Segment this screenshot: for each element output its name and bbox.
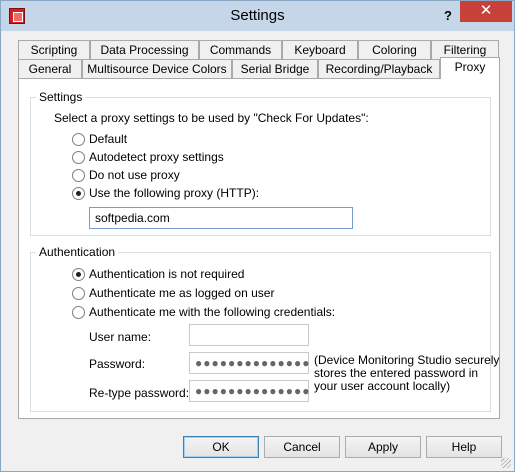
- ok-button[interactable]: OK: [183, 436, 259, 458]
- tab-proxy[interactable]: Proxy: [440, 57, 500, 79]
- radio-auth-logged-on-user[interactable]: [72, 287, 85, 300]
- username-label: User name:: [89, 330, 152, 344]
- settings-dialog: Settings ? ✕ Scripting Data Processing C…: [0, 0, 515, 472]
- tab-scripting[interactable]: Scripting: [18, 40, 90, 60]
- resize-grip-icon[interactable]: [501, 458, 511, 468]
- proxy-address-input[interactable]: softpedia.com: [89, 207, 353, 229]
- retype-password-input[interactable]: ●●●●●●●●●●●●●●: [189, 380, 309, 402]
- username-input[interactable]: [189, 324, 309, 346]
- tab-serial-bridge[interactable]: Serial Bridge: [232, 59, 318, 79]
- radio-autodetect[interactable]: [72, 151, 85, 164]
- cancel-button[interactable]: Cancel: [264, 436, 340, 458]
- radio-auth-not-required[interactable]: [72, 268, 85, 281]
- password-input[interactable]: ●●●●●●●●●●●●●●: [189, 352, 309, 374]
- tab-recording-playback[interactable]: Recording/Playback: [318, 59, 440, 79]
- password-note-line-2: stores the entered password in: [314, 366, 479, 380]
- radio-no-proxy-label[interactable]: Do not use proxy: [89, 168, 180, 182]
- authentication-group-label: Authentication: [36, 245, 119, 259]
- radio-auth-credentials-label[interactable]: Authenticate me with the following crede…: [89, 305, 335, 319]
- radio-use-proxy[interactable]: [72, 187, 85, 200]
- tab-multisource-device-colors[interactable]: Multisource Device Colors: [82, 59, 232, 79]
- tab-data-processing[interactable]: Data Processing: [90, 40, 199, 60]
- radio-no-proxy[interactable]: [72, 169, 85, 182]
- proxy-panel: Settings Select a proxy settings to be u…: [18, 78, 500, 419]
- tab-general[interactable]: General: [18, 59, 82, 79]
- retype-password-label: Re-type password:: [89, 386, 190, 400]
- radio-auth-logged-on-user-label[interactable]: Authenticate me as logged on user: [89, 286, 274, 300]
- radio-use-proxy-label[interactable]: Use the following proxy (HTTP):: [89, 186, 259, 200]
- proxy-description: Select a proxy settings to be used by "C…: [54, 111, 369, 125]
- radio-autodetect-label[interactable]: Autodetect proxy settings: [89, 150, 224, 164]
- radio-auth-not-required-label[interactable]: Authentication is not required: [89, 267, 244, 281]
- help-button[interactable]: Help: [426, 436, 502, 458]
- radio-default-label[interactable]: Default: [89, 132, 127, 146]
- tab-commands[interactable]: Commands: [199, 40, 282, 60]
- tab-keyboard[interactable]: Keyboard: [282, 40, 358, 60]
- password-label: Password:: [89, 357, 146, 371]
- settings-group-label: Settings: [36, 90, 86, 104]
- radio-default[interactable]: [72, 133, 85, 146]
- title-bar: Settings ? ✕: [1, 1, 514, 31]
- help-icon[interactable]: ?: [438, 6, 458, 26]
- apply-button[interactable]: Apply: [345, 436, 421, 458]
- tab-coloring[interactable]: Coloring: [358, 40, 431, 60]
- password-note-line-3: your user account locally): [314, 379, 451, 393]
- radio-auth-credentials[interactable]: [72, 306, 85, 319]
- password-note-line-1: (Device Monitoring Studio securely: [314, 353, 500, 367]
- close-icon[interactable]: ✕: [460, 1, 512, 22]
